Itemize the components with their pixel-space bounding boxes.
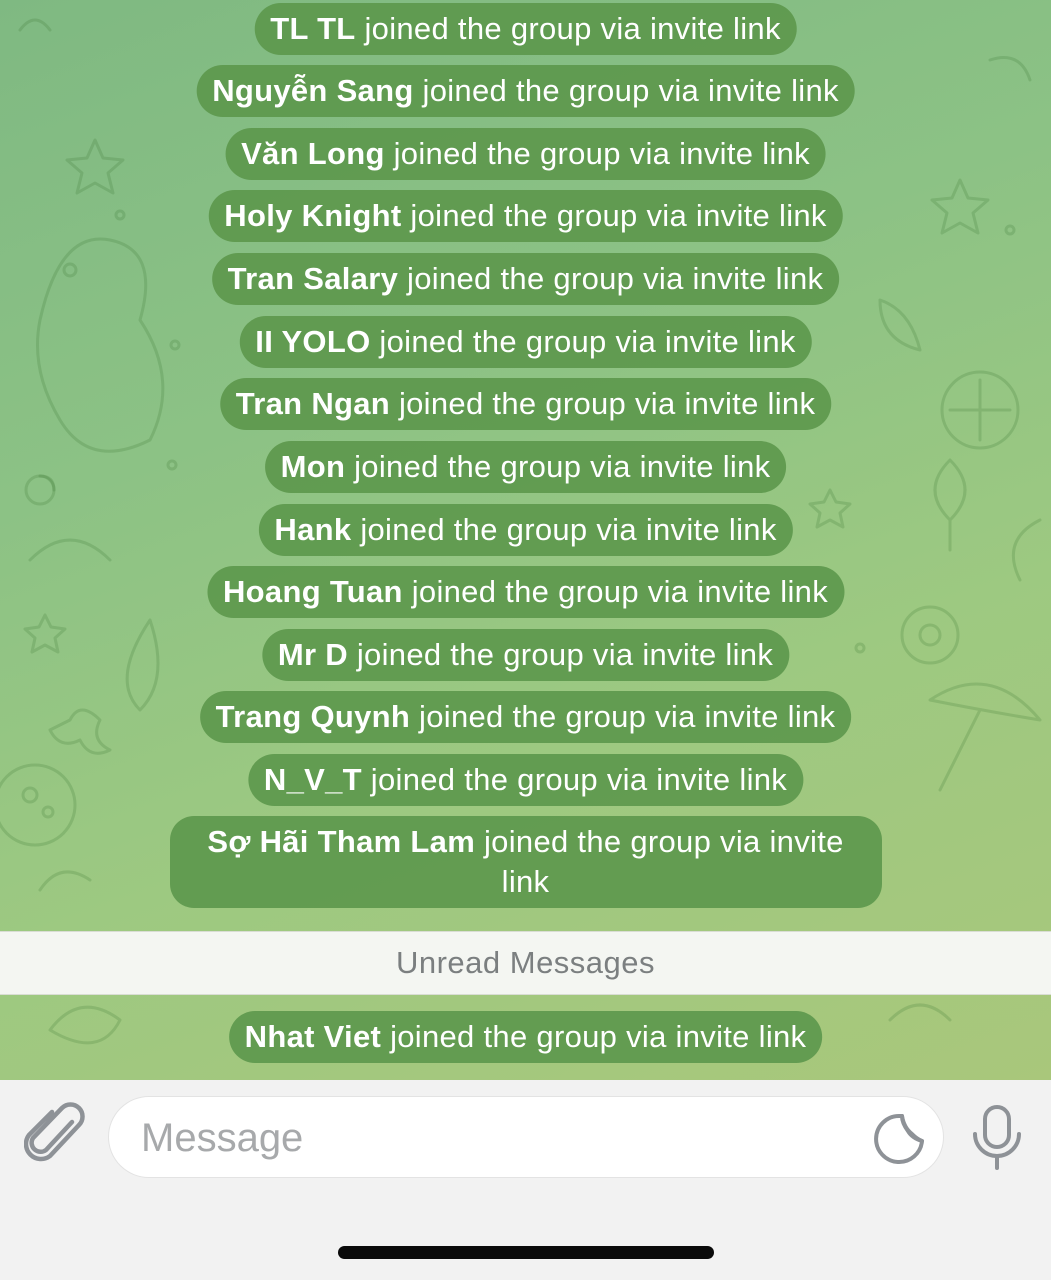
member-name[interactable]: Trang Quynh [216, 699, 410, 734]
service-text: joined the group via invite link [354, 449, 771, 484]
service-text: joined the group via invite link [411, 574, 829, 609]
service-message: Mr D joined the group via invite link [261, 629, 790, 681]
unread-messages-divider: Unread Messages [0, 931, 1051, 995]
member-name[interactable]: Nhat Viet [245, 1019, 382, 1054]
microphone-icon[interactable] [968, 1104, 1026, 1170]
member-name[interactable]: Tran Salary [228, 261, 398, 296]
service-text: joined the group via invite link [393, 136, 810, 171]
chat-area[interactable]: TL TL joined the group via invite link N… [0, 0, 1051, 1080]
member-name[interactable]: N_V_T [264, 762, 362, 797]
service-text: joined the group via invite link [419, 699, 836, 734]
service-message: Hank joined the group via invite link [258, 504, 793, 556]
service-message: Nhat Viet joined the group via invite li… [228, 1011, 823, 1063]
member-name[interactable]: Tran Ngan [236, 386, 390, 421]
service-text: joined the group via invite link [410, 198, 827, 233]
service-message: Tran Ngan joined the group via invite li… [219, 378, 832, 430]
service-text: joined the group via invite link [356, 637, 774, 672]
member-name[interactable]: TL TL [270, 11, 355, 46]
service-text: joined the group via invite link [398, 386, 816, 421]
member-name[interactable]: II YOLO [255, 324, 370, 359]
service-message: Văn Long joined the group via invite lin… [225, 128, 826, 180]
member-name[interactable]: Sợ Hãi Tham Lam [207, 824, 475, 859]
service-message: TL TL joined the group via invite link [254, 3, 797, 55]
service-text: joined the group via invite link [407, 261, 824, 296]
member-name[interactable]: Nguyễn Sang [212, 73, 413, 108]
service-text: joined the group via invite link [379, 324, 796, 359]
service-message: N_V_T joined the group via invite link [247, 754, 804, 806]
sticker-icon[interactable] [872, 1112, 926, 1166]
member-name[interactable]: Holy Knight [224, 198, 401, 233]
service-text: joined the group via invite link [364, 11, 781, 46]
service-message: Mon joined the group via invite link [264, 441, 787, 493]
home-indicator [338, 1246, 714, 1259]
service-message: II YOLO joined the group via invite link [239, 316, 812, 368]
service-message: Trang Quynh joined the group via invite … [199, 691, 852, 743]
member-name[interactable]: Hank [274, 512, 351, 547]
service-message: Holy Knight joined the group via invite … [208, 190, 843, 242]
service-text: joined the group via invite link [422, 73, 839, 108]
unread-label: Unread Messages [395, 945, 656, 980]
member-name[interactable]: Mr D [278, 637, 348, 672]
member-name[interactable]: Hoang Tuan [223, 574, 403, 609]
message-input-container[interactable] [108, 1096, 944, 1179]
service-text: joined the group via invite link [390, 1019, 807, 1054]
member-name[interactable]: Mon [281, 449, 346, 484]
service-message: Tran Salary joined the group via invite … [211, 253, 840, 305]
service-message: Hoang Tuan joined the group via invite l… [206, 566, 845, 618]
service-message: Sợ Hãi Tham Lam joined the group via inv… [169, 816, 882, 908]
service-text: joined the group via invite link [370, 762, 788, 797]
message-input[interactable] [139, 1097, 863, 1179]
service-text: joined the group via invite link [483, 824, 844, 899]
member-name[interactable]: Văn Long [241, 136, 385, 171]
service-text: joined the group via invite link [360, 512, 777, 547]
service-message: Nguyễn Sang joined the group via invite … [196, 65, 855, 117]
paperclip-icon[interactable] [24, 1100, 86, 1170]
